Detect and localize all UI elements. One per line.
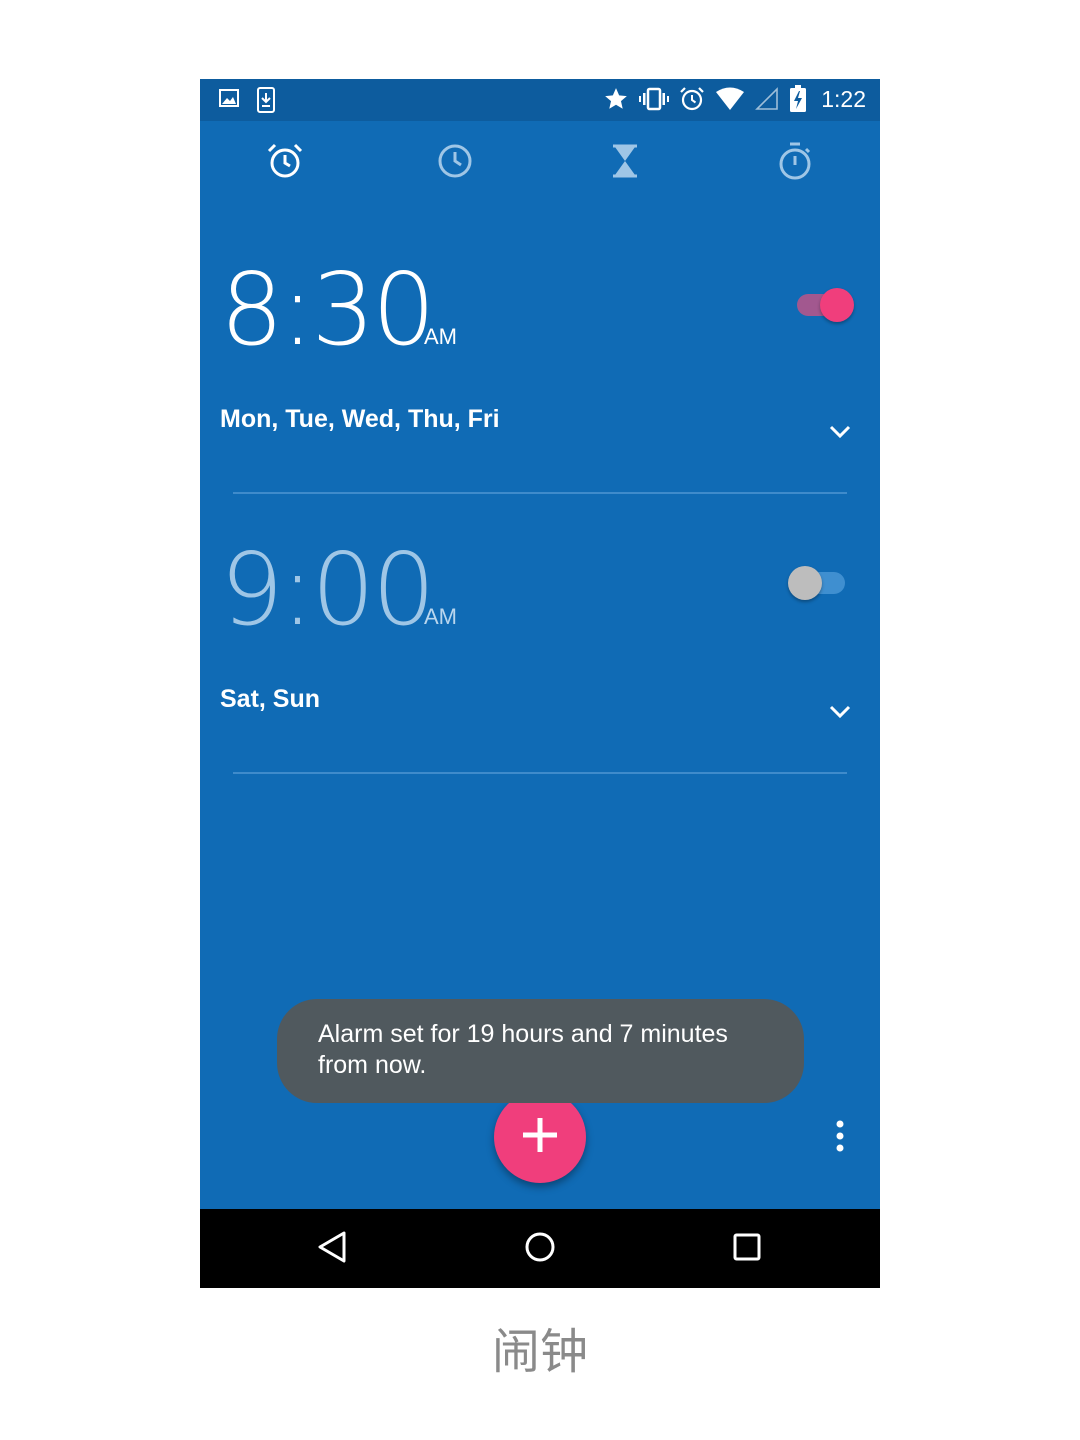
wifi-icon xyxy=(715,87,745,111)
vibrate-icon xyxy=(639,86,670,112)
tab-stopwatch[interactable] xyxy=(765,141,825,181)
alarm-item[interactable]: 9:00 AM Sat, Sun xyxy=(200,540,880,820)
clock-icon xyxy=(436,142,474,180)
stopwatch-icon xyxy=(776,141,814,181)
back-button[interactable] xyxy=(312,1229,352,1269)
navigation-bar xyxy=(200,1209,880,1288)
recents-button[interactable] xyxy=(727,1229,767,1269)
tab-bar xyxy=(200,121,880,201)
tab-clock[interactable] xyxy=(425,141,485,181)
download-icon xyxy=(256,87,276,113)
image-icon xyxy=(218,87,240,113)
home-icon xyxy=(523,1230,557,1269)
alarm-item[interactable]: 8:30 AM Mon, Tue, Wed, Thu, Fri xyxy=(200,260,880,540)
toast-message: Alarm set for 19 hours and 7 minutes fro… xyxy=(277,999,804,1103)
alarm-days[interactable]: Sat, Sun xyxy=(220,685,320,714)
alarm-ampm: AM xyxy=(424,324,457,349)
divider xyxy=(233,772,847,774)
status-time: 1:22 xyxy=(821,85,866,112)
home-button[interactable] xyxy=(520,1229,560,1269)
star-icon xyxy=(603,86,629,112)
phone-screen: 1:22 8:30 AM Mon, Tue, Wed, Thu, Fri 9:0… xyxy=(200,79,880,1288)
tab-timer[interactable] xyxy=(595,141,655,181)
alarm-days[interactable]: Mon, Tue, Wed, Thu, Fri xyxy=(220,405,500,434)
more-options-button[interactable] xyxy=(828,1117,852,1157)
alarm-ampm: AM xyxy=(424,604,457,629)
chevron-down-icon[interactable] xyxy=(828,704,852,725)
back-icon xyxy=(316,1230,348,1269)
alarm-time[interactable]: 9:00 xyxy=(220,540,436,640)
alarm-time[interactable]: 8:30 xyxy=(220,260,436,360)
battery-charging-icon xyxy=(789,85,807,113)
divider xyxy=(233,492,847,494)
recents-icon xyxy=(732,1232,762,1267)
tab-alarm[interactable] xyxy=(255,141,315,181)
status-bar: 1:22 xyxy=(200,79,880,121)
timer-icon xyxy=(610,144,640,178)
add-alarm-button[interactable] xyxy=(494,1091,586,1183)
caption: 闹钟 xyxy=(491,1324,588,1380)
alarm-status-icon xyxy=(679,86,705,112)
cell-signal-icon xyxy=(755,87,779,111)
chevron-down-icon[interactable] xyxy=(828,424,852,445)
more-vert-icon xyxy=(828,1120,852,1161)
plus-icon xyxy=(520,1115,560,1160)
alarm-icon xyxy=(266,142,304,180)
